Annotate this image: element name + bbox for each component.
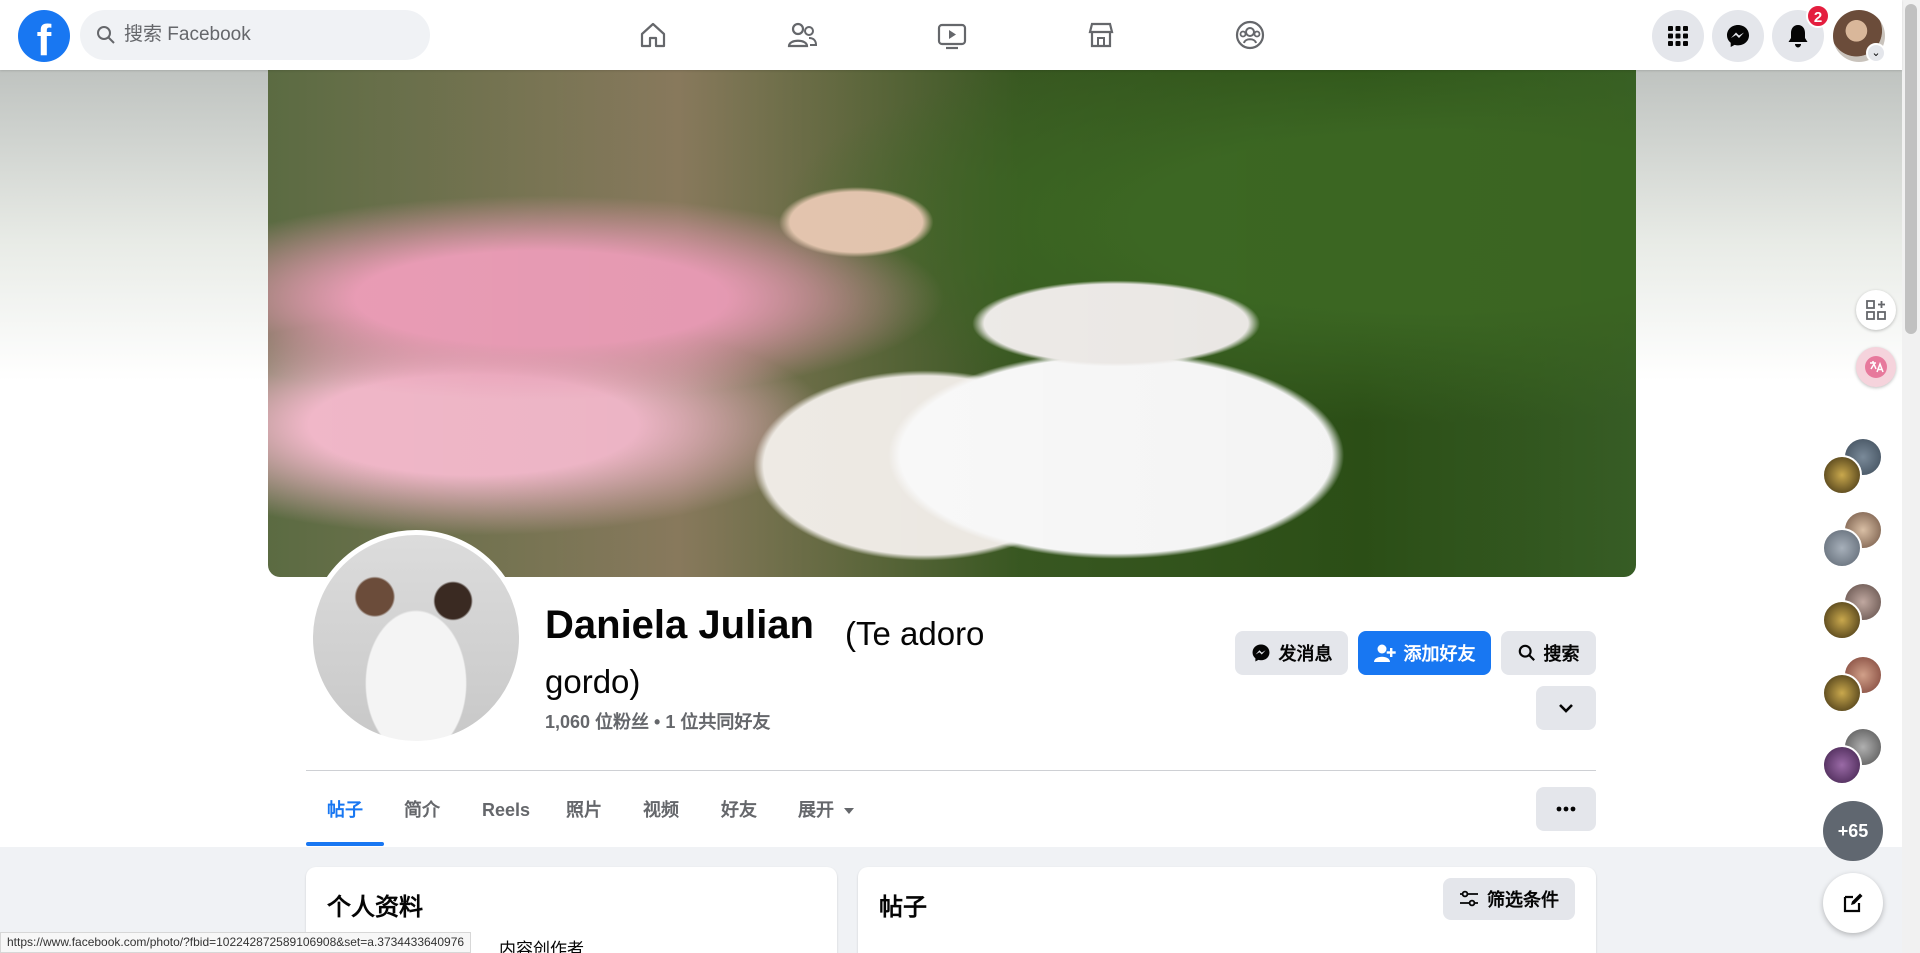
contact-avatar[interactable] bbox=[1822, 455, 1862, 495]
contact-avatar[interactable] bbox=[1822, 745, 1862, 785]
tab-posts[interactable]: 帖子 bbox=[327, 790, 363, 830]
facebook-logo[interactable]: f bbox=[18, 10, 70, 62]
page-scrollbar-thumb[interactable] bbox=[1905, 4, 1917, 334]
tab-about[interactable]: 简介 bbox=[404, 790, 440, 830]
account-chevron-down-icon[interactable]: ⌄ bbox=[1866, 43, 1886, 63]
tab-photos[interactable]: 照片 bbox=[566, 790, 602, 830]
intro-title: 个人资料 bbox=[327, 894, 423, 921]
cover-photo[interactable] bbox=[268, 70, 1636, 577]
filter-button-label: 筛选条件 bbox=[1487, 890, 1559, 910]
chevron-down-icon bbox=[1559, 704, 1573, 713]
add-friend-button-label: 添加好友 bbox=[1403, 644, 1476, 664]
search-icon bbox=[97, 26, 115, 44]
menu-grid-icon[interactable] bbox=[1652, 10, 1704, 62]
groups-icon[interactable] bbox=[1228, 13, 1272, 57]
more-dots-icon bbox=[1556, 806, 1576, 812]
tab-friends[interactable]: 好友 bbox=[721, 790, 757, 830]
tab-reels[interactable]: Reels bbox=[482, 790, 530, 830]
add-friend-button[interactable]: 添加好友 bbox=[1358, 631, 1491, 675]
new-message-button[interactable] bbox=[1823, 873, 1883, 933]
watch-icon[interactable] bbox=[930, 13, 974, 57]
tab-more-label: 展开 bbox=[798, 800, 834, 820]
home-icon[interactable] bbox=[631, 13, 675, 57]
profile-nickname: (Te adoro gordo) bbox=[545, 615, 985, 700]
search-box[interactable] bbox=[80, 10, 430, 60]
search-input[interactable] bbox=[124, 10, 414, 60]
posts-card: 帖子 筛选条件 bbox=[858, 867, 1596, 953]
message-button-label: 发消息 bbox=[1278, 644, 1333, 664]
more-contacts-button[interactable]: +65 bbox=[1823, 801, 1883, 861]
messenger-icon bbox=[1252, 644, 1269, 662]
filter-sliders-icon bbox=[1460, 890, 1478, 907]
add-friend-icon bbox=[1373, 644, 1396, 662]
profile-stats[interactable]: 1,060 位粉丝 • 1 位共同好友 bbox=[545, 708, 770, 734]
search-profile-button-label: 搜索 bbox=[1543, 644, 1580, 664]
marketplace-icon[interactable] bbox=[1079, 13, 1123, 57]
search-profile-button[interactable]: 搜索 bbox=[1501, 631, 1596, 675]
posts-title: 帖子 bbox=[879, 894, 927, 921]
intro-creator-text: 内容创作者 bbox=[499, 940, 584, 953]
link-preview-status-bar: https://www.facebook.com/photo/?fbid=102… bbox=[0, 932, 472, 953]
tab-more[interactable]: 展开 bbox=[798, 790, 855, 830]
compose-edit-icon bbox=[1843, 893, 1863, 913]
active-tab-indicator bbox=[306, 842, 384, 846]
friends-icon[interactable] bbox=[780, 13, 824, 57]
messenger-icon[interactable] bbox=[1712, 10, 1764, 62]
profile-picture[interactable] bbox=[308, 530, 524, 746]
notification-count-badge: 2 bbox=[1806, 4, 1830, 28]
translate-icon[interactable] bbox=[1856, 347, 1896, 387]
more-tabs-options-button[interactable] bbox=[1536, 787, 1596, 831]
search-icon bbox=[1518, 644, 1535, 661]
contact-avatar[interactable] bbox=[1822, 673, 1862, 713]
more-contacts-count: +65 bbox=[1837, 820, 1869, 841]
contact-avatar[interactable] bbox=[1822, 528, 1862, 568]
contact-avatar[interactable] bbox=[1822, 600, 1862, 640]
tab-videos[interactable]: 视频 bbox=[643, 790, 679, 830]
caret-down-icon bbox=[844, 808, 855, 814]
message-button[interactable]: 发消息 bbox=[1235, 631, 1348, 675]
filter-button[interactable]: 筛选条件 bbox=[1443, 878, 1575, 920]
cover-photo-overlay bbox=[268, 70, 1636, 577]
header-divider bbox=[306, 770, 1596, 771]
more-options-chevron-button[interactable] bbox=[1536, 686, 1596, 730]
grid-add-icon[interactable] bbox=[1856, 290, 1896, 330]
top-navigation-bar: f 2 ⌄ bbox=[0, 0, 1902, 70]
